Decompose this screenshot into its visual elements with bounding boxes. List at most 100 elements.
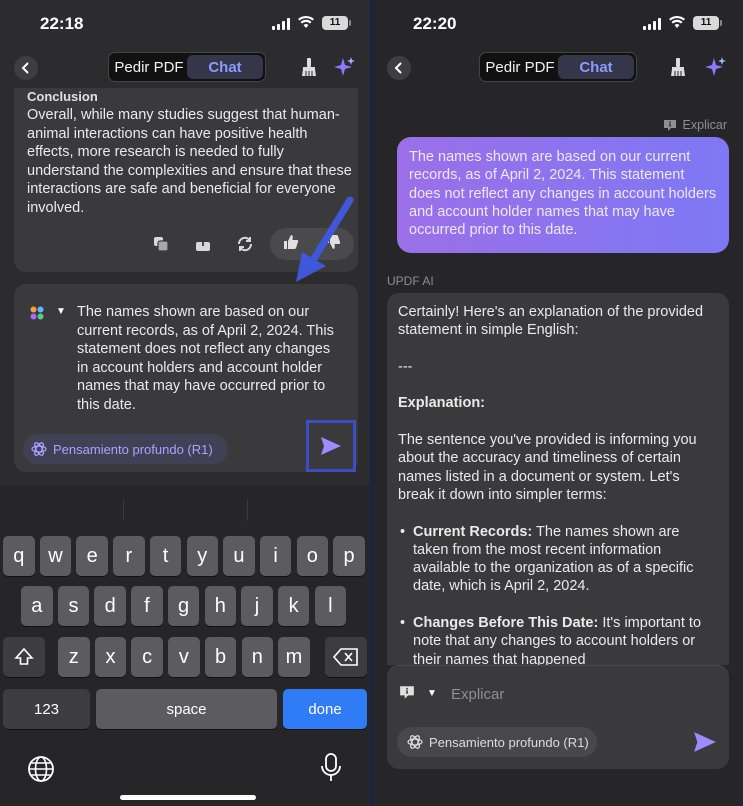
ai-sender-label: UPDF AI (387, 274, 434, 288)
key-h[interactable]: h (204, 586, 236, 626)
battery-icon: 11 (322, 16, 351, 30)
key-l[interactable]: l (314, 586, 347, 626)
key-i[interactable]: i (259, 536, 292, 576)
sparkle-icon[interactable] (334, 56, 356, 78)
deep-thinking-toggle[interactable]: Pensamiento profundo (R1) (23, 434, 228, 464)
response-paragraph: The sentence you've provided is informin… (398, 432, 697, 503)
signal-icon (643, 18, 661, 30)
tab-pedir-pdf[interactable]: Pedir PDF (111, 55, 187, 79)
key-e[interactable]: e (76, 536, 108, 576)
bullet-term: Current Records: (413, 523, 533, 540)
top-nav: Pedir PDF Chat (0, 48, 370, 88)
export-icon[interactable] (192, 233, 214, 255)
explain-icon (663, 119, 676, 131)
response-heading: Explanation: (398, 395, 486, 412)
send-icon[interactable] (693, 730, 717, 754)
explain-tag-label: Explicar (682, 118, 727, 132)
broom-icon[interactable] (298, 56, 320, 78)
left-screen: 22:18 11 Pedir PDF Chat Conclusion Overa… (0, 0, 370, 806)
home-indicator (120, 795, 256, 800)
key-u[interactable]: u (223, 536, 255, 576)
space-key[interactable]: space (96, 689, 277, 729)
atom-icon (31, 442, 47, 456)
key-x[interactable]: x (94, 637, 127, 677)
delete-key[interactable] (325, 637, 367, 677)
atom-icon (407, 735, 423, 749)
send-button[interactable] (306, 420, 356, 472)
status-bar: 22:20 11 (373, 0, 743, 48)
regenerate-icon[interactable] (234, 233, 256, 255)
chat-input-card: ▼ Pensamiento profundo (R1) (387, 665, 729, 769)
key-r[interactable]: r (113, 536, 145, 576)
sparkle-icon[interactable] (705, 56, 727, 78)
deep-thinking-label: Pensamiento profundo (R1) (429, 734, 589, 750)
microphone-icon[interactable] (320, 753, 342, 783)
battery-icon: 11 (693, 16, 722, 30)
tab-chat[interactable]: Chat (187, 55, 263, 79)
globe-icon[interactable] (27, 755, 55, 783)
key-g[interactable]: g (167, 586, 200, 626)
shift-key[interactable] (3, 637, 45, 677)
send-icon (321, 437, 341, 455)
bullet-term: Changes Before This Date: (413, 615, 599, 632)
key-w[interactable]: w (39, 536, 72, 576)
tab-pedir-pdf[interactable]: Pedir PDF (482, 55, 558, 79)
response-intro: Certainly! Here's an explanation of the … (398, 304, 704, 339)
chat-input-text[interactable]: The names shown are based on our current… (77, 303, 345, 414)
key-j[interactable]: j (241, 586, 273, 626)
ai-model-icon[interactable] (30, 306, 44, 320)
key-t[interactable]: t (149, 536, 182, 576)
key-y[interactable]: y (186, 536, 218, 576)
key-d[interactable]: d (94, 586, 126, 626)
back-button[interactable] (14, 56, 38, 80)
response-separator: --- (398, 358, 413, 375)
key-p[interactable]: p (333, 536, 365, 576)
response-bullets: Current Records: The names shown are tak… (398, 523, 718, 665)
tab-chat[interactable]: Chat (558, 55, 634, 79)
key-q[interactable]: q (3, 536, 35, 576)
numbers-key[interactable]: 123 (3, 689, 90, 729)
explain-tag: Explicar (663, 118, 727, 132)
status-time: 22:20 (413, 14, 457, 33)
key-k[interactable]: k (277, 586, 310, 626)
done-key[interactable]: done (283, 689, 367, 729)
status-time: 22:18 (40, 14, 84, 33)
key-b[interactable]: b (204, 637, 237, 677)
list-item: Current Records: The names shown are tak… (398, 523, 718, 596)
mode-switch: Pedir PDF Chat (479, 52, 637, 82)
key-v[interactable]: v (168, 637, 200, 677)
copy-icon[interactable] (150, 233, 172, 255)
caret-down-icon[interactable]: ▼ (56, 306, 66, 317)
broom-icon[interactable] (667, 56, 689, 78)
key-f[interactable]: f (131, 586, 163, 626)
caret-down-icon[interactable]: ▼ (427, 688, 437, 699)
key-m[interactable]: m (278, 637, 310, 677)
key-c[interactable]: c (131, 637, 163, 677)
ios-keyboard: q w e r t y u i o p a s d f g h j k l z x c v b n m 123 space done (0, 485, 370, 806)
top-nav: Pedir PDF Chat (373, 48, 743, 88)
key-z[interactable]: z (58, 637, 90, 677)
deep-thinking-toggle[interactable]: Pensamiento profundo (R1) (397, 727, 597, 757)
key-n[interactable]: n (241, 637, 273, 677)
list-item: Changes Before This Date: It's important… (398, 614, 718, 665)
key-o[interactable]: o (296, 536, 329, 576)
message-actions (150, 228, 256, 260)
status-bar: 22:18 11 (0, 0, 370, 48)
key-s[interactable]: s (57, 586, 90, 626)
chat-input[interactable] (451, 682, 651, 706)
shift-icon (14, 647, 34, 665)
mode-switch: Pedir PDF Chat (108, 52, 266, 82)
right-screen: 22:20 11 Pedir PDF Chat Explicar The nam… (373, 0, 743, 806)
back-button[interactable] (387, 56, 411, 80)
chat-input-card: ▼ The names shown are based on our curre… (14, 284, 358, 472)
wifi-icon (669, 15, 685, 28)
ai-response: Certainly! Here's an explanation of the … (387, 293, 729, 665)
explain-icon[interactable] (399, 685, 415, 700)
chevron-left-icon (394, 62, 402, 74)
key-a[interactable]: a (21, 586, 53, 626)
wifi-icon (298, 15, 314, 28)
chevron-left-icon (21, 62, 29, 74)
backspace-icon (333, 648, 358, 666)
deep-thinking-label: Pensamiento profundo (R1) (53, 441, 213, 457)
message-heading: Conclusion (27, 89, 98, 104)
